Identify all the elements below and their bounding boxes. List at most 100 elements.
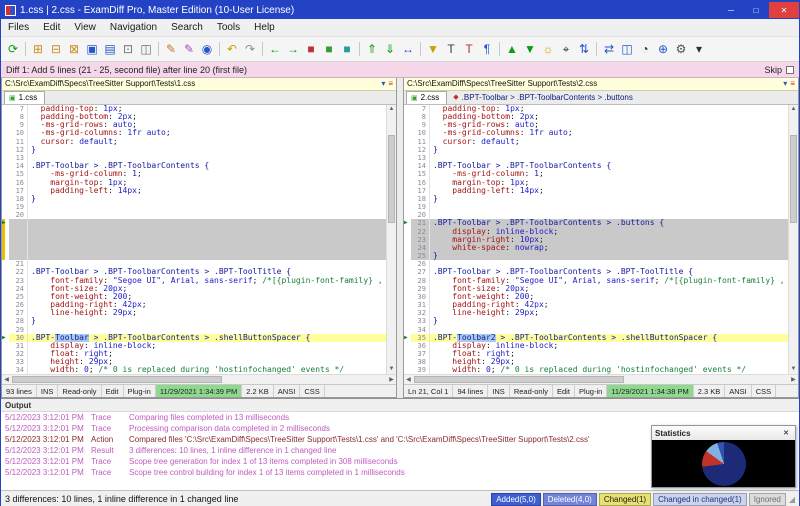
output-panel-header[interactable]: Output	[1, 399, 799, 412]
code-line[interactable]: 9 -ms-grid-rows: auto;	[404, 121, 788, 129]
next-diff-icon[interactable]: →	[284, 40, 302, 58]
find-icon[interactable]: ◉	[198, 40, 216, 58]
left-file-tab[interactable]: ▣ 1.css	[4, 91, 45, 104]
badge-changed[interactable]: Changed(1)	[599, 493, 651, 506]
code-line[interactable]: 14.BPT-Toolbar > .BPT-ToolbarContents {	[2, 162, 386, 170]
scroll-thumb[interactable]	[12, 376, 222, 383]
code-line[interactable]: 18}	[2, 195, 386, 203]
code-line[interactable]: 7 padding-top: 1px;	[404, 105, 788, 113]
code-line[interactable]: 10 -ms-grid-columns: 1fr auto;	[2, 129, 386, 137]
code-line[interactable]: 33 height: 29px;	[2, 358, 386, 366]
right-file-tab[interactable]: ▣ 2.css	[406, 91, 447, 104]
code-line[interactable]: 8 padding-bottom: 2px;	[404, 113, 788, 121]
left-horizontal-scrollbar[interactable]: ◀ ▶	[2, 374, 396, 384]
code-line[interactable]	[2, 228, 386, 236]
compare-dropdown-icon[interactable]: ▾	[783, 79, 787, 88]
badge-ignored[interactable]: Ignored	[749, 493, 786, 506]
open-first-file-icon[interactable]: ⊟	[47, 40, 65, 58]
statistics-close-icon[interactable]: ✕	[780, 429, 792, 437]
code-line[interactable]: ▶35.BPT-Toolbar2 > .BPT-ToolbarContents …	[404, 334, 788, 342]
code-line[interactable]: 33}	[404, 317, 788, 325]
badge-deleted[interactable]: Deleted(4,0)	[543, 493, 597, 506]
code-line[interactable]: 34 width: 0; /* 0 is replaced during 'ho…	[2, 366, 386, 374]
code-line[interactable]: 8 padding-bottom: 2px;	[2, 113, 386, 121]
code-line[interactable]: 24 white-space: nowrap;	[404, 244, 788, 252]
current-diff-icon[interactable]: ↔	[399, 40, 417, 58]
code-line[interactable]: 23 font-family: "Segoe UI", Arial, sans-…	[2, 277, 386, 285]
ignore-case-icon[interactable]: T	[442, 40, 460, 58]
scroll-up-arrow[interactable]: ▲	[789, 105, 798, 114]
show-deleted-blocks-icon[interactable]: ■	[302, 40, 320, 58]
code-line[interactable]: 13	[404, 154, 788, 162]
save-icon[interactable]: ▣	[83, 40, 101, 58]
code-line[interactable]: 18}	[404, 195, 788, 203]
open-second-file-icon[interactable]: ⊠	[65, 40, 83, 58]
compare-dropdown-icon[interactable]: ▾	[381, 79, 385, 88]
close-button[interactable]: ✕	[769, 2, 799, 18]
menu-search[interactable]: Search	[164, 20, 210, 35]
scroll-thumb[interactable]	[790, 135, 797, 223]
open-files-icon[interactable]: ⊞	[29, 40, 47, 58]
file-options-icon[interactable]: ≡	[790, 79, 795, 88]
redo-icon[interactable]: ↷	[241, 40, 259, 58]
file-options-icon[interactable]: ≡	[388, 79, 393, 88]
code-line[interactable]: 25}	[404, 252, 788, 260]
scroll-down-arrow[interactable]: ▼	[387, 365, 396, 374]
filter-icon[interactable]: ▼	[424, 40, 442, 58]
search-files-icon[interactable]: ⌖	[557, 40, 575, 58]
swap-panes-icon[interactable]: ⇄	[600, 40, 618, 58]
scroll-down-arrow[interactable]: ▼	[789, 365, 798, 374]
resize-grip[interactable]: ◢	[789, 495, 795, 504]
previous-diff-icon[interactable]: ←	[266, 40, 284, 58]
scroll-left-arrow[interactable]: ◀	[2, 376, 11, 383]
title-bar[interactable]: 1.css | 2.css - ExamDiff Pro, Master Edi…	[1, 1, 799, 19]
left-vertical-scrollbar[interactable]: ▲ ▼	[386, 105, 396, 374]
statistics-icon[interactable]: ◔	[636, 40, 654, 58]
scope-breadcrumb[interactable]: ◆ .BPT-Toolbar > .BPT-ToolbarContents > …	[447, 91, 639, 104]
code-line[interactable]: 20	[404, 211, 788, 219]
maximize-button[interactable]: □	[744, 2, 768, 18]
skip-checkbox[interactable]	[786, 66, 794, 74]
print-icon[interactable]: ⊡	[119, 40, 137, 58]
scroll-thumb[interactable]	[388, 135, 395, 223]
recompare-icon[interactable]: ⟳	[4, 40, 22, 58]
code-line[interactable]: 15 -ms-grid-column: 1;	[2, 170, 386, 178]
scroll-right-arrow[interactable]: ▶	[789, 376, 798, 383]
options-icon[interactable]: ⚙	[672, 40, 690, 58]
plugins-icon[interactable]: ⊕	[654, 40, 672, 58]
code-line[interactable]: ▶30.BPT-Toolbar > .BPT-ToolbarContents >…	[2, 334, 386, 342]
menu-tools[interactable]: Tools	[210, 20, 247, 35]
code-line[interactable]: ▶	[2, 219, 386, 227]
code-line[interactable]: 15 -ms-grid-column: 1;	[404, 170, 788, 178]
code-line[interactable]: 36 display: inline-block;	[404, 342, 788, 350]
code-line[interactable]: 12}	[2, 146, 386, 154]
minimize-button[interactable]: ─	[719, 2, 743, 18]
scroll-right-arrow[interactable]: ▶	[387, 376, 396, 383]
ignore-whitespace-icon[interactable]: T	[460, 40, 478, 58]
right-code-editor[interactable]: 7 padding-top: 1px;8 padding-bottom: 2px…	[404, 105, 788, 374]
scroll-thumb[interactable]	[414, 376, 624, 383]
menu-view[interactable]: View	[67, 20, 103, 35]
code-line[interactable]: 31 display: inline-block;	[2, 342, 386, 350]
code-line[interactable]: 13	[2, 154, 386, 162]
show-changed-blocks-icon[interactable]: ■	[338, 40, 356, 58]
edit-second-file-icon[interactable]: ✎	[180, 40, 198, 58]
code-line[interactable]: ▶21.BPT-Toolbar > .BPT-ToolbarContents >…	[404, 219, 788, 227]
code-line[interactable]	[2, 244, 386, 252]
right-vertical-scrollbar[interactable]: ▲ ▼	[788, 105, 798, 374]
toolbar-more-icon[interactable]: ▾	[690, 40, 708, 58]
code-line[interactable]	[2, 252, 386, 260]
code-line[interactable]: 27.BPT-Toolbar > .BPT-ToolbarContents > …	[404, 268, 788, 276]
code-line[interactable]: 38 height: 29px;	[404, 358, 788, 366]
menu-edit[interactable]: Edit	[36, 20, 67, 35]
code-line[interactable]: 39 width: 0; /* 0 is replaced during 'ho…	[404, 366, 788, 374]
code-line[interactable]: 37 float: right;	[404, 350, 788, 358]
code-line[interactable]: 16 margin-top: 1px;	[404, 179, 788, 187]
code-line[interactable]: 11 cursor: default;	[404, 138, 788, 146]
code-line[interactable]: 30 font-weight: 200;	[404, 293, 788, 301]
show-added-blocks-icon[interactable]: ■	[320, 40, 338, 58]
code-line[interactable]: 16 margin-top: 1px;	[2, 179, 386, 187]
layout-icon[interactable]: ◫	[618, 40, 636, 58]
scroll-down-icon[interactable]: ▼	[521, 40, 539, 58]
code-line[interactable]: 22.BPT-Toolbar > .BPT-ToolbarContents > …	[2, 268, 386, 276]
